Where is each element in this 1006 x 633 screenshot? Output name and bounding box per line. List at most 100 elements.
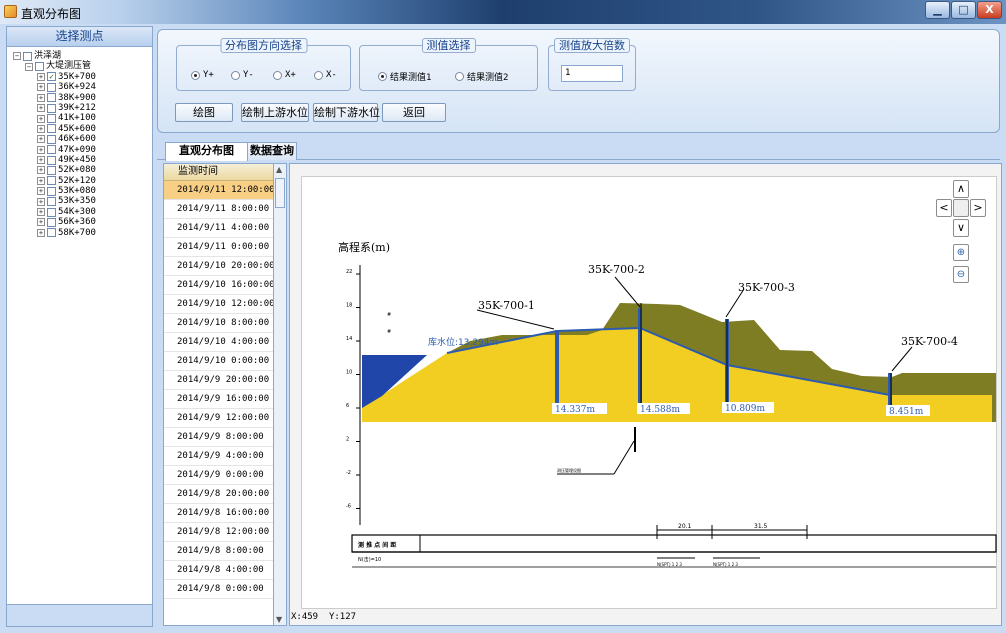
tab-data-query[interactable]: 数据查询 xyxy=(247,142,297,160)
tree-item[interactable]: +54K+300 xyxy=(13,207,152,217)
tab-distribution[interactable]: 直观分布图 xyxy=(165,142,248,161)
pan-left-button[interactable]: < xyxy=(936,199,952,217)
expand-icon[interactable]: + xyxy=(37,72,45,81)
tree-item[interactable]: +39K+212 xyxy=(13,103,152,113)
back-button[interactable]: 返回 xyxy=(382,103,446,122)
time-list-row[interactable]: 2014/9/10 0:00:00 xyxy=(164,352,286,371)
collapse-icon[interactable]: − xyxy=(25,62,33,71)
time-list-row[interactable]: 2014/9/9 20:00:00 xyxy=(164,371,286,390)
checkbox-icon[interactable] xyxy=(23,51,32,61)
time-list-row[interactable]: 2014/9/9 16:00:00 xyxy=(164,390,286,409)
checkbox-icon[interactable] xyxy=(47,82,56,92)
time-list-row[interactable]: 2014/9/8 8:00:00 xyxy=(164,542,286,561)
checkbox-icon[interactable] xyxy=(47,217,56,227)
tree-root[interactable]: − 洪泽湖 xyxy=(13,51,152,61)
time-list-row[interactable]: 2014/9/8 12:00:00 xyxy=(164,523,286,542)
zoom-in-button[interactable]: ⊕ xyxy=(953,244,969,261)
time-list-row[interactable]: 2014/9/9 0:00:00 xyxy=(164,466,286,485)
tree-item[interactable]: +53K+080 xyxy=(13,186,152,196)
draw-upstream-button[interactable]: 绘制上游水位 xyxy=(241,103,309,122)
expand-icon[interactable]: + xyxy=(37,135,45,144)
tree-item[interactable]: +49K+450 xyxy=(13,155,152,165)
radio-value-1[interactable]: 结果测值1 xyxy=(378,70,431,83)
expand-icon[interactable]: + xyxy=(37,93,45,102)
time-list-scrollbar[interactable]: ▲ ▼ xyxy=(273,163,287,626)
expand-icon[interactable]: + xyxy=(37,166,45,175)
checkbox-icon[interactable] xyxy=(47,197,56,207)
checkbox-icon[interactable] xyxy=(47,114,56,124)
tree-item[interactable]: +45K+600 xyxy=(13,124,152,134)
checkbox-icon[interactable] xyxy=(47,124,56,134)
checkbox-icon[interactable] xyxy=(47,145,56,155)
checkbox-icon[interactable] xyxy=(47,176,56,186)
expand-icon[interactable]: + xyxy=(37,124,45,133)
expand-icon[interactable]: + xyxy=(37,228,45,237)
tree-item[interactable]: +53K+350 xyxy=(13,196,152,206)
checkbox-icon[interactable] xyxy=(47,134,56,144)
checkbox-icon[interactable] xyxy=(47,165,56,175)
time-list-row[interactable]: 2014/9/11 12:00:00 xyxy=(164,181,286,200)
radio-y-plus[interactable]: Y+ xyxy=(191,70,214,80)
radio-x-minus[interactable]: X- xyxy=(314,70,337,80)
time-list-header[interactable]: 监测时间 xyxy=(164,164,286,181)
time-list-row[interactable]: 2014/9/10 16:00:00 xyxy=(164,276,286,295)
time-list-row[interactable]: 2014/9/9 4:00:00 xyxy=(164,447,286,466)
expand-icon[interactable]: + xyxy=(37,208,45,217)
pan-down-button[interactable]: ∨ xyxy=(953,219,969,237)
checkbox-icon[interactable] xyxy=(47,93,56,103)
expand-icon[interactable]: + xyxy=(37,197,45,206)
expand-icon[interactable]: + xyxy=(37,156,45,165)
expand-icon[interactable]: + xyxy=(37,114,45,123)
expand-icon[interactable]: + xyxy=(37,218,45,227)
radio-y-minus[interactable]: Y- xyxy=(231,70,254,80)
expand-icon[interactable]: + xyxy=(37,176,45,185)
tree-item[interactable]: +52K+080 xyxy=(13,165,152,175)
draw-button[interactable]: 绘图 xyxy=(175,103,233,122)
expand-icon[interactable]: + xyxy=(37,104,45,113)
tree-group[interactable]: − 大堤测压管 xyxy=(13,61,152,71)
time-list-row[interactable]: 2014/9/11 8:00:00 xyxy=(164,200,286,219)
checkbox-icon[interactable] xyxy=(47,228,56,238)
checkbox-icon[interactable] xyxy=(47,186,56,196)
tree-item[interactable]: +41K+100 xyxy=(13,113,152,123)
time-list-row[interactable]: 2014/9/8 16:00:00 xyxy=(164,504,286,523)
expand-icon[interactable]: + xyxy=(37,83,45,92)
time-list-row[interactable]: 2014/9/10 20:00:00 xyxy=(164,257,286,276)
tree-item[interactable]: +36K+924 xyxy=(13,82,152,92)
drawing-canvas[interactable]: 高程系(m) 22 18 14 10 6 2 -2 -6 # # 35K-700… xyxy=(301,176,997,609)
scroll-thumb[interactable] xyxy=(275,178,285,208)
tree-item[interactable]: +47K+090 xyxy=(13,145,152,155)
checkbox-icon[interactable] xyxy=(47,155,56,165)
minimize-button[interactable]: ▁ xyxy=(925,1,950,19)
time-list-row[interactable]: 2014/9/9 8:00:00 xyxy=(164,428,286,447)
zoom-out-button[interactable]: ⊖ xyxy=(953,266,969,283)
tree-item[interactable]: +46K+600 xyxy=(13,134,152,144)
pan-up-button[interactable]: ∧ xyxy=(953,180,969,198)
radio-value-2[interactable]: 结果测值2 xyxy=(455,70,508,83)
tree-item[interactable]: +52K+120 xyxy=(13,176,152,186)
time-list-row[interactable]: 2014/9/8 20:00:00 xyxy=(164,485,286,504)
time-list-row[interactable]: 2014/9/10 12:00:00 xyxy=(164,295,286,314)
draw-downstream-button[interactable]: 绘制下游水位 xyxy=(313,103,380,122)
expand-icon[interactable]: + xyxy=(37,145,45,154)
pan-right-button[interactable]: > xyxy=(970,199,986,217)
tree-item[interactable]: + ✓ 35K+700 xyxy=(13,72,152,82)
time-list-row[interactable]: 2014/9/11 0:00:00 xyxy=(164,238,286,257)
checkbox-icon[interactable] xyxy=(47,103,56,113)
tree-item[interactable]: +56K+360 xyxy=(13,217,152,227)
scroll-down-icon[interactable]: ▼ xyxy=(276,615,282,624)
time-list-row[interactable]: 2014/9/8 4:00:00 xyxy=(164,561,286,580)
collapse-icon[interactable]: − xyxy=(13,52,21,61)
checkbox-icon[interactable] xyxy=(35,62,44,72)
checkbox-icon[interactable] xyxy=(47,207,56,217)
tree-item[interactable]: +58K+700 xyxy=(13,228,152,238)
time-list-row[interactable]: 2014/9/11 4:00:00 xyxy=(164,219,286,238)
tree-item[interactable]: +38K+900 xyxy=(13,93,152,103)
scroll-up-icon[interactable]: ▲ xyxy=(276,165,282,174)
pan-center-button[interactable] xyxy=(953,199,969,217)
expand-icon[interactable]: + xyxy=(37,187,45,196)
checkbox-icon[interactable]: ✓ xyxy=(47,72,56,82)
maximize-button[interactable]: □ xyxy=(951,1,976,19)
scale-input[interactable]: 1 xyxy=(561,65,623,82)
time-list-row[interactable]: 2014/9/8 0:00:00 xyxy=(164,580,286,599)
